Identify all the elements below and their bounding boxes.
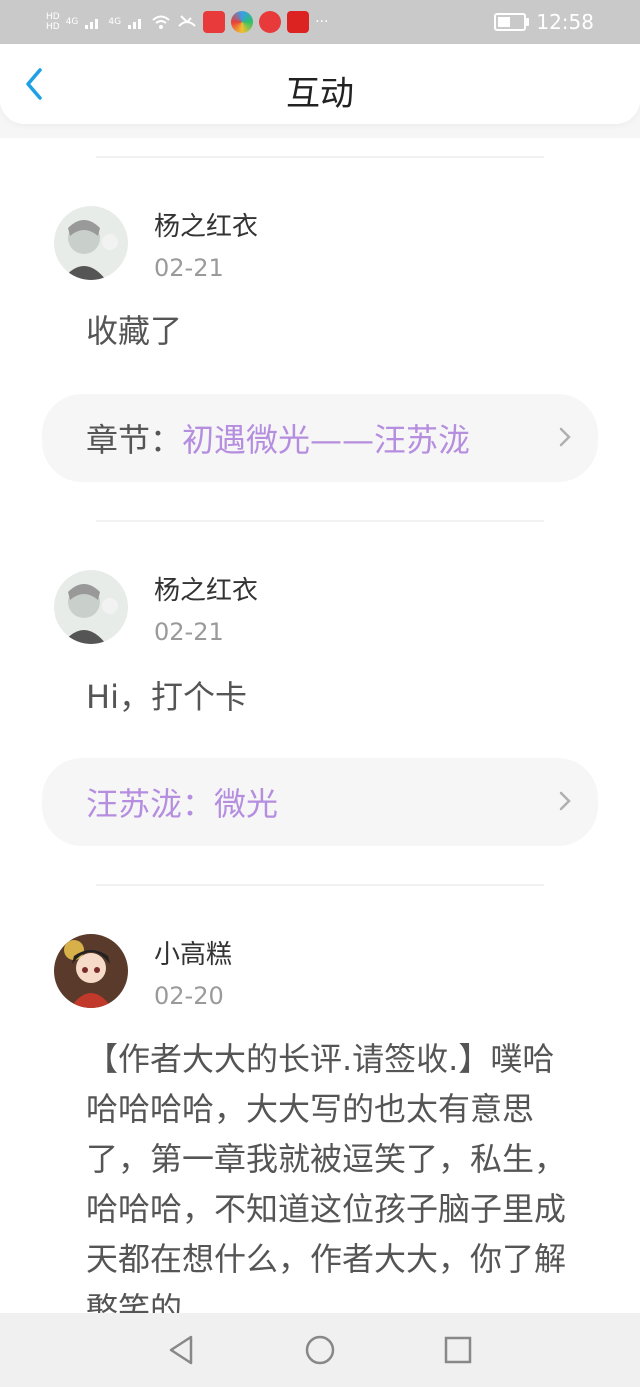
avatar-image-icon: [54, 570, 128, 644]
divider: [96, 156, 544, 158]
browser-app-icon: [231, 11, 254, 33]
chapter-link-card[interactable]: 章节：初遇微光——汪苏泷: [42, 394, 598, 482]
network-label-2: 4G: [108, 17, 122, 27]
comment-date: 02-20: [154, 982, 224, 1010]
avatar-image-icon: [54, 934, 128, 1008]
divider: [96, 520, 544, 522]
status-bar: HD HD 4G 4G ··· 12:58: [0, 0, 640, 44]
chevron-right-icon: [559, 791, 571, 811]
news-app-icon: [287, 11, 310, 33]
comment-text: Hi，打个卡: [86, 678, 247, 716]
ref-text: 汪苏泷：微光: [86, 779, 278, 825]
status-right: 12:58: [494, 10, 640, 34]
recents-square-icon[interactable]: [439, 1331, 477, 1369]
user-name[interactable]: 小高糕: [154, 934, 232, 971]
ref-text: 章节：初遇微光——汪苏泷: [86, 415, 470, 461]
comment-text: 【作者大大的长评.请签收.】噗哈哈哈哈哈，大大写的也太有意思了，第一章我就被逗笑…: [86, 1040, 566, 1313]
avatar-image-icon: [54, 206, 128, 280]
network-label-1: 4G: [65, 17, 79, 27]
user-name[interactable]: 杨之红衣: [154, 206, 258, 243]
signal-icon: [128, 19, 142, 29]
page-title: 互动: [286, 74, 354, 114]
avatar[interactable]: [54, 570, 128, 644]
app-header: 互动: [0, 44, 640, 124]
ref-value: 初遇微光——汪苏泷: [182, 421, 471, 459]
comment-text: 收藏了: [86, 312, 183, 350]
avatar[interactable]: [54, 934, 128, 1008]
status-left: HD HD 4G 4G ···: [0, 11, 328, 33]
video-app-icon: [259, 11, 282, 33]
user-name[interactable]: 杨之红衣: [154, 570, 258, 607]
system-navigation-bar: [0, 1313, 640, 1387]
divider: [96, 884, 544, 886]
comment-list: 杨之红衣 02-21 收藏了 章节：初遇微光——汪苏泷 杨之红衣 02-21 H…: [0, 138, 640, 1313]
song-link-card[interactable]: 汪苏泷：微光: [42, 758, 598, 846]
hd-tag-2: HD: [46, 22, 60, 32]
signal-icon: [85, 19, 99, 29]
back-triangle-icon[interactable]: [163, 1331, 201, 1369]
ref-value: 汪苏泷：微光: [86, 785, 279, 823]
battery-icon: [494, 13, 530, 31]
hd-tags: HD HD: [46, 12, 60, 32]
hd-tag-1: HD: [46, 12, 60, 22]
home-circle-icon[interactable]: [301, 1331, 339, 1369]
avatar[interactable]: [54, 206, 128, 280]
chevron-right-icon: [559, 427, 571, 447]
more-indicator: ···: [315, 14, 329, 30]
ref-label: 章节：: [86, 421, 183, 459]
comment-date: 02-21: [154, 254, 224, 282]
toutiao-app-icon: [203, 11, 226, 33]
clock: 12:58: [536, 10, 594, 34]
wifi-icon: [152, 15, 170, 29]
missed-call-icon: [178, 15, 196, 27]
comment-date: 02-21: [154, 618, 224, 646]
